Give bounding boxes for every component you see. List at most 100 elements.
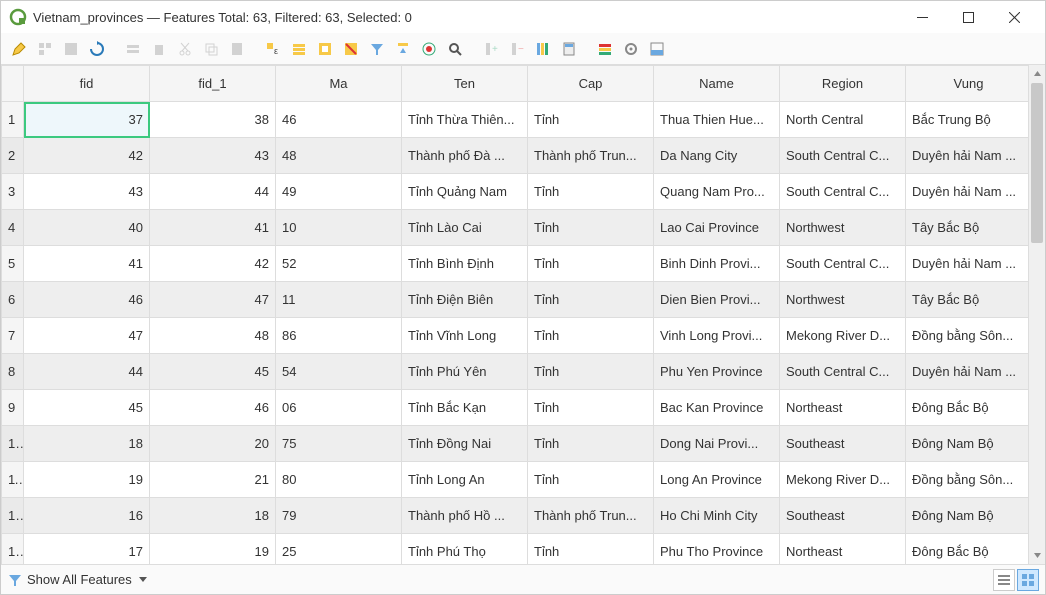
delete-field-button[interactable]: −: [505, 37, 529, 61]
save-edits-button[interactable]: [59, 37, 83, 61]
cell-name[interactable]: Lao Cai Province: [654, 210, 780, 246]
maximize-button[interactable]: [945, 1, 991, 33]
cell-vung[interactable]: Duyên hải Nam ...: [906, 174, 1029, 210]
cell-vung[interactable]: Tây Bắc Bộ: [906, 210, 1029, 246]
cell-vung[interactable]: Tây Bắc Bộ: [906, 282, 1029, 318]
cell-region[interactable]: Southeast: [780, 498, 906, 534]
table-row[interactable]: 7474886Tỉnh Vĩnh LongTỉnhVinh Long Provi…: [2, 318, 1029, 354]
cell-cap[interactable]: Tỉnh: [528, 102, 654, 138]
cell-cap[interactable]: Thành phố Trun...: [528, 498, 654, 534]
cell-ma[interactable]: 49: [276, 174, 402, 210]
row-header[interactable]: 2: [2, 138, 24, 174]
cell-region[interactable]: Northeast: [780, 534, 906, 565]
cell-vung[interactable]: Bắc Trung Bộ: [906, 102, 1029, 138]
cell-fid1[interactable]: 46: [150, 390, 276, 426]
cell-cap[interactable]: Tỉnh: [528, 246, 654, 282]
col-header-fid1[interactable]: fid_1: [150, 66, 276, 102]
select-by-expression-button[interactable]: ε: [261, 37, 285, 61]
cell-cap[interactable]: Tỉnh: [528, 282, 654, 318]
cell-fid1[interactable]: 19: [150, 534, 276, 565]
row-header[interactable]: 7: [2, 318, 24, 354]
cell-cap[interactable]: Tỉnh: [528, 390, 654, 426]
col-header-fid[interactable]: fid: [24, 66, 150, 102]
cell-fid[interactable]: 43: [24, 174, 150, 210]
cell-ma[interactable]: 25: [276, 534, 402, 565]
cell-cap[interactable]: Tỉnh: [528, 354, 654, 390]
row-header[interactable]: 3: [2, 174, 24, 210]
cell-vung[interactable]: Duyên hải Nam ...: [906, 138, 1029, 174]
cell-fid1[interactable]: 38: [150, 102, 276, 138]
cell-region[interactable]: Southeast: [780, 426, 906, 462]
reload-button[interactable]: [85, 37, 109, 61]
corner-cell[interactable]: [2, 66, 24, 102]
cell-fid1[interactable]: 18: [150, 498, 276, 534]
cell-name[interactable]: Dong Nai Provi...: [654, 426, 780, 462]
cell-name[interactable]: Dien Bien Provi...: [654, 282, 780, 318]
table-row[interactable]: 5414252Tỉnh Bình ĐịnhTỉnhBinh Dinh Provi…: [2, 246, 1029, 282]
row-header[interactable]: 8: [2, 354, 24, 390]
cell-name[interactable]: Thua Thien Hue...: [654, 102, 780, 138]
cell-vung[interactable]: Đông Bắc Bộ: [906, 534, 1029, 565]
table-row[interactable]: 12161879Thành phố Hồ ...Thành phố Trun..…: [2, 498, 1029, 534]
cell-ten[interactable]: Tỉnh Thừa Thiên...: [402, 102, 528, 138]
cell-region[interactable]: South Central C...: [780, 246, 906, 282]
cell-fid1[interactable]: 47: [150, 282, 276, 318]
cell-ma[interactable]: 86: [276, 318, 402, 354]
cell-vung[interactable]: Đông Bắc Bộ: [906, 390, 1029, 426]
cell-region[interactable]: North Central: [780, 102, 906, 138]
row-header[interactable]: 12: [2, 498, 24, 534]
cell-ma[interactable]: 10: [276, 210, 402, 246]
cell-ten[interactable]: Tỉnh Phú Yên: [402, 354, 528, 390]
cell-vung[interactable]: Duyên hải Nam ...: [906, 246, 1029, 282]
cell-cap[interactable]: Tỉnh: [528, 426, 654, 462]
cell-region[interactable]: Northwest: [780, 282, 906, 318]
vertical-scrollbar[interactable]: [1028, 65, 1045, 564]
select-all-button[interactable]: [287, 37, 311, 61]
cell-fid[interactable]: 42: [24, 138, 150, 174]
minimize-button[interactable]: [899, 1, 945, 33]
cell-ten[interactable]: Tỉnh Lào Cai: [402, 210, 528, 246]
cell-name[interactable]: Phu Tho Province: [654, 534, 780, 565]
toggle-multiedit-button[interactable]: [33, 37, 57, 61]
cell-fid1[interactable]: 43: [150, 138, 276, 174]
cell-vung[interactable]: Đồng bằng Sôn...: [906, 462, 1029, 498]
table-row[interactable]: 1373846Tỉnh Thừa Thiên...TỉnhThua Thien …: [2, 102, 1029, 138]
cell-vung[interactable]: Đồng bằng Sôn...: [906, 318, 1029, 354]
col-header-region[interactable]: Region: [780, 66, 906, 102]
cell-fid[interactable]: 41: [24, 246, 150, 282]
row-header[interactable]: 4: [2, 210, 24, 246]
cell-fid[interactable]: 40: [24, 210, 150, 246]
cell-ten[interactable]: Thành phố Hồ ...: [402, 498, 528, 534]
cell-ma[interactable]: 79: [276, 498, 402, 534]
cell-region[interactable]: Northeast: [780, 390, 906, 426]
cell-fid[interactable]: 16: [24, 498, 150, 534]
cell-cap[interactable]: Tỉnh: [528, 174, 654, 210]
cell-region[interactable]: South Central C...: [780, 138, 906, 174]
col-header-vung[interactable]: Vung: [906, 66, 1029, 102]
cell-ma[interactable]: 46: [276, 102, 402, 138]
cell-ma[interactable]: 06: [276, 390, 402, 426]
row-header[interactable]: 10: [2, 426, 24, 462]
col-header-name[interactable]: Name: [654, 66, 780, 102]
cell-cap[interactable]: Tỉnh: [528, 210, 654, 246]
cell-fid[interactable]: 47: [24, 318, 150, 354]
cell-ma[interactable]: 52: [276, 246, 402, 282]
cell-fid[interactable]: 46: [24, 282, 150, 318]
scroll-up-icon[interactable]: [1029, 65, 1045, 82]
attribute-table[interactable]: fid fid_1 Ma Ten Cap Name Region Vung 13…: [1, 65, 1028, 564]
cell-ten[interactable]: Tỉnh Long An: [402, 462, 528, 498]
cut-button[interactable]: [173, 37, 197, 61]
delete-selected-button[interactable]: [147, 37, 171, 61]
actions-button[interactable]: [619, 37, 643, 61]
zoom-to-selected-button[interactable]: [443, 37, 467, 61]
cell-region[interactable]: Northwest: [780, 210, 906, 246]
dock-button[interactable]: [645, 37, 669, 61]
table-row[interactable]: 8444554Tỉnh Phú YênTỉnhPhu Yen ProvinceS…: [2, 354, 1029, 390]
cell-fid[interactable]: 17: [24, 534, 150, 565]
cell-ten[interactable]: Tỉnh Bắc Kạn: [402, 390, 528, 426]
cell-ten[interactable]: Tỉnh Đồng Nai: [402, 426, 528, 462]
deselect-all-button[interactable]: [339, 37, 363, 61]
copy-button[interactable]: [199, 37, 223, 61]
cell-fid1[interactable]: 20: [150, 426, 276, 462]
cell-name[interactable]: Ho Chi Minh City: [654, 498, 780, 534]
